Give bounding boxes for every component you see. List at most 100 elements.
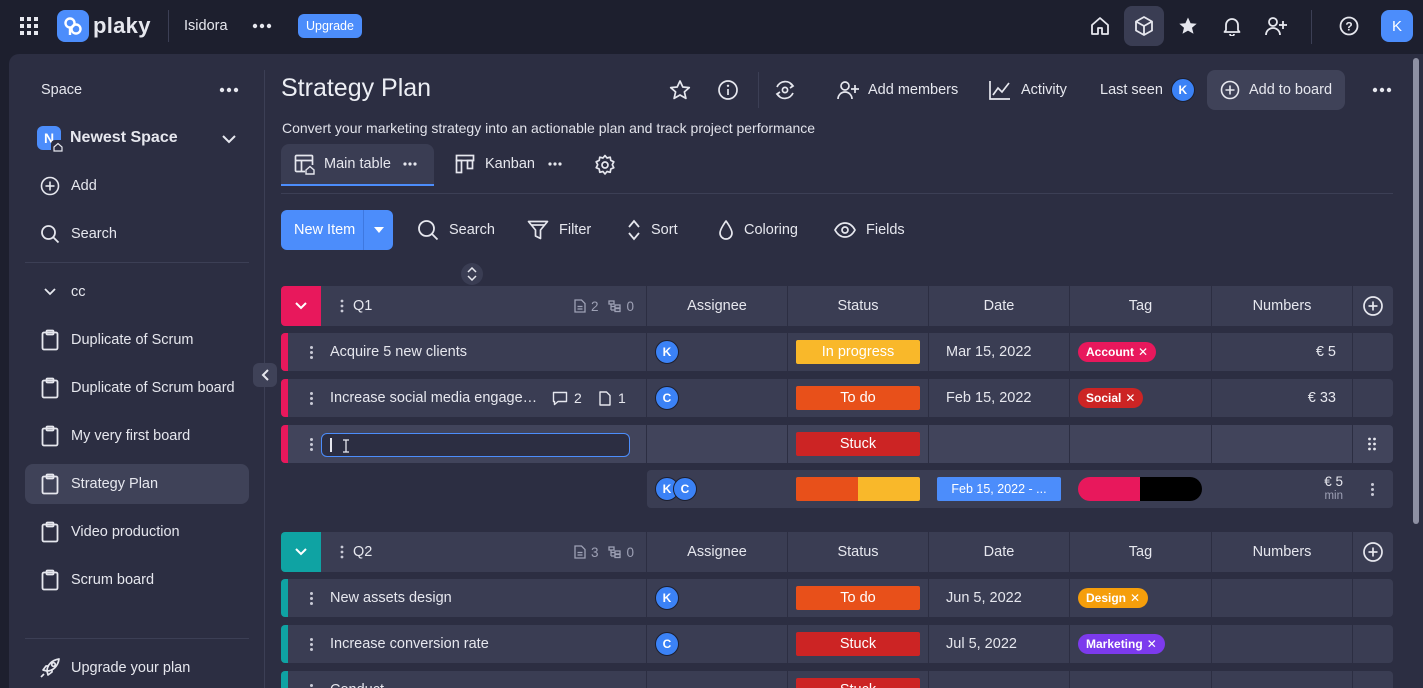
item-name[interactable]: Increase conversion rate xyxy=(330,625,630,663)
tab-kanban[interactable]: Kanban xyxy=(455,144,562,184)
row-menu-icon[interactable] xyxy=(306,333,316,371)
favorites-star-icon[interactable] xyxy=(1177,15,1199,37)
remove-tag-icon[interactable]: ✕ xyxy=(1147,637,1157,651)
table-row[interactable]: Increase conversion rate C Stuck Jul 5, … xyxy=(281,625,1393,663)
column-header-status[interactable]: Status xyxy=(788,532,928,572)
user-avatar[interactable]: K xyxy=(1381,10,1413,42)
item-name-input[interactable] xyxy=(321,433,630,457)
status-pill[interactable]: Stuck xyxy=(796,432,920,456)
add-column-button[interactable] xyxy=(1353,286,1393,326)
sidebar-folder[interactable]: cc xyxy=(25,272,249,312)
sidebar-search[interactable]: Search xyxy=(25,214,249,254)
activity-button[interactable]: Activity xyxy=(989,78,1067,102)
column-header-numbers[interactable]: Numbers xyxy=(1212,532,1352,572)
group-title-cell[interactable]: Q1 2 0 xyxy=(321,286,646,326)
upgrade-plan-link[interactable]: Upgrade your plan xyxy=(25,648,249,688)
favorite-star-icon[interactable] xyxy=(668,78,692,102)
space-name[interactable]: Newest Space xyxy=(70,129,178,147)
help-icon[interactable]: ? xyxy=(1338,15,1360,37)
row-drag-handle-icon[interactable] xyxy=(1367,425,1377,463)
column-header-date[interactable]: Date xyxy=(929,532,1069,572)
comments-indicator[interactable]: 2 xyxy=(552,379,582,417)
group-title-cell[interactable]: Q2 3 0 xyxy=(321,532,646,572)
item-name[interactable]: Increase social media engage… xyxy=(330,379,540,417)
date-cell[interactable]: Feb 15, 2022 xyxy=(946,379,1031,417)
column-header-assignee[interactable]: Assignee xyxy=(647,532,787,572)
number-summary[interactable]: € 5 min xyxy=(1247,475,1343,503)
coloring-button[interactable]: Coloring xyxy=(718,210,798,250)
tag-cell[interactable]: Design ✕ xyxy=(1078,579,1149,617)
assignee-cell[interactable]: C xyxy=(655,625,679,663)
sidebar-board-item[interactable]: Duplicate of Scrum board xyxy=(25,368,249,408)
date-cell[interactable]: Jul 5, 2022 xyxy=(946,625,1017,663)
column-header-date[interactable]: Date xyxy=(929,286,1069,326)
row-menu-icon[interactable] xyxy=(306,625,316,663)
tag-cell[interactable]: Account ✕ xyxy=(1078,333,1157,371)
sidebar-board-item[interactable]: Scrum board xyxy=(25,560,249,600)
table-row[interactable]: Increase social media engage… 2 1 C To d… xyxy=(281,379,1393,417)
row-menu-icon[interactable] xyxy=(306,671,316,688)
table-row[interactable]: Acquire 5 new clients K In progress Mar … xyxy=(281,333,1393,371)
date-cell[interactable]: Jun 5, 2022 xyxy=(946,579,1022,617)
column-header-numbers[interactable]: Numbers xyxy=(1212,286,1352,326)
status-pill[interactable]: To do xyxy=(796,386,920,410)
sidebar-board-item-active[interactable]: Strategy Plan xyxy=(25,464,249,504)
board-title[interactable]: Strategy Plan xyxy=(281,74,431,103)
drag-handle-icon[interactable] xyxy=(339,299,345,313)
tag-cell[interactable]: Social ✕ xyxy=(1078,379,1144,417)
apps-grid-icon[interactable] xyxy=(18,15,40,37)
summary-assignees[interactable]: K C xyxy=(655,477,697,501)
fields-button[interactable]: Fields xyxy=(834,210,905,250)
last-seen[interactable]: Last seen K xyxy=(1100,78,1195,102)
column-header-tag[interactable]: Tag xyxy=(1070,286,1211,326)
home-icon[interactable] xyxy=(1089,15,1111,37)
item-name[interactable]: Acquire 5 new clients xyxy=(330,333,630,371)
upgrade-button[interactable]: Upgrade xyxy=(298,14,362,38)
view-settings-gear-icon[interactable] xyxy=(593,153,617,177)
assignee-cell[interactable]: K xyxy=(655,333,679,371)
status-pill[interactable]: Stuck xyxy=(796,678,920,688)
column-header-assignee[interactable]: Assignee xyxy=(647,286,787,326)
add-column-button[interactable] xyxy=(1353,532,1393,572)
invite-user-icon[interactable] xyxy=(1265,15,1287,37)
search-button[interactable]: Search xyxy=(417,210,495,250)
plaky-logo-icon[interactable] xyxy=(57,10,89,42)
drag-handle-icon[interactable] xyxy=(339,545,345,559)
number-cell[interactable]: € 33 xyxy=(1212,379,1336,417)
board-description[interactable]: Convert your marketing strategy into an … xyxy=(282,120,815,136)
sync-eye-icon[interactable] xyxy=(773,78,797,102)
row-menu-icon[interactable] xyxy=(306,425,316,463)
assignee-cell[interactable]: K xyxy=(655,579,679,617)
chevron-down-icon[interactable] xyxy=(219,130,239,148)
filter-button[interactable]: Filter xyxy=(527,210,591,250)
row-menu-icon[interactable] xyxy=(306,379,316,417)
notifications-bell-icon[interactable] xyxy=(1221,15,1243,37)
status-pill[interactable]: To do xyxy=(796,586,920,610)
status-pill[interactable]: Stuck xyxy=(796,632,920,656)
table-row[interactable]: Conduct… Stuck xyxy=(281,671,1393,688)
workspace-name[interactable]: Isidora xyxy=(184,18,228,34)
assignee-cell[interactable]: C xyxy=(655,379,679,417)
tag-cell[interactable]: Marketing ✕ xyxy=(1078,625,1165,663)
date-cell[interactable]: Mar 15, 2022 xyxy=(946,333,1031,371)
sort-button[interactable]: Sort xyxy=(627,210,678,250)
column-header-status[interactable]: Status xyxy=(788,286,928,326)
status-pill[interactable]: In progress xyxy=(796,340,920,364)
vertical-scrollbar-thumb[interactable] xyxy=(1413,58,1419,524)
space-more-icon[interactable] xyxy=(217,80,241,100)
table-row-new-item[interactable]: Stuck xyxy=(281,425,1393,463)
tag-distribution-bar[interactable] xyxy=(1078,477,1202,501)
group-collapse-button[interactable] xyxy=(281,286,321,326)
tab-main-table[interactable]: Main table xyxy=(281,144,434,184)
remove-tag-icon[interactable]: ✕ xyxy=(1138,345,1148,359)
add-to-board-button[interactable]: Add to board xyxy=(1207,70,1345,110)
date-range-summary[interactable]: Feb 15, 2022 - ... xyxy=(937,477,1061,501)
files-indicator[interactable]: 1 xyxy=(599,379,626,417)
sidebar-board-item[interactable]: My very first board xyxy=(25,416,249,456)
sidebar-board-item[interactable]: Duplicate of Scrum xyxy=(25,320,249,360)
group-collapse-button[interactable] xyxy=(281,532,321,572)
more-icon[interactable] xyxy=(251,15,273,37)
row-menu-icon[interactable] xyxy=(306,579,316,617)
item-name[interactable]: New assets design xyxy=(330,579,630,617)
status-distribution-bar[interactable] xyxy=(796,477,920,501)
